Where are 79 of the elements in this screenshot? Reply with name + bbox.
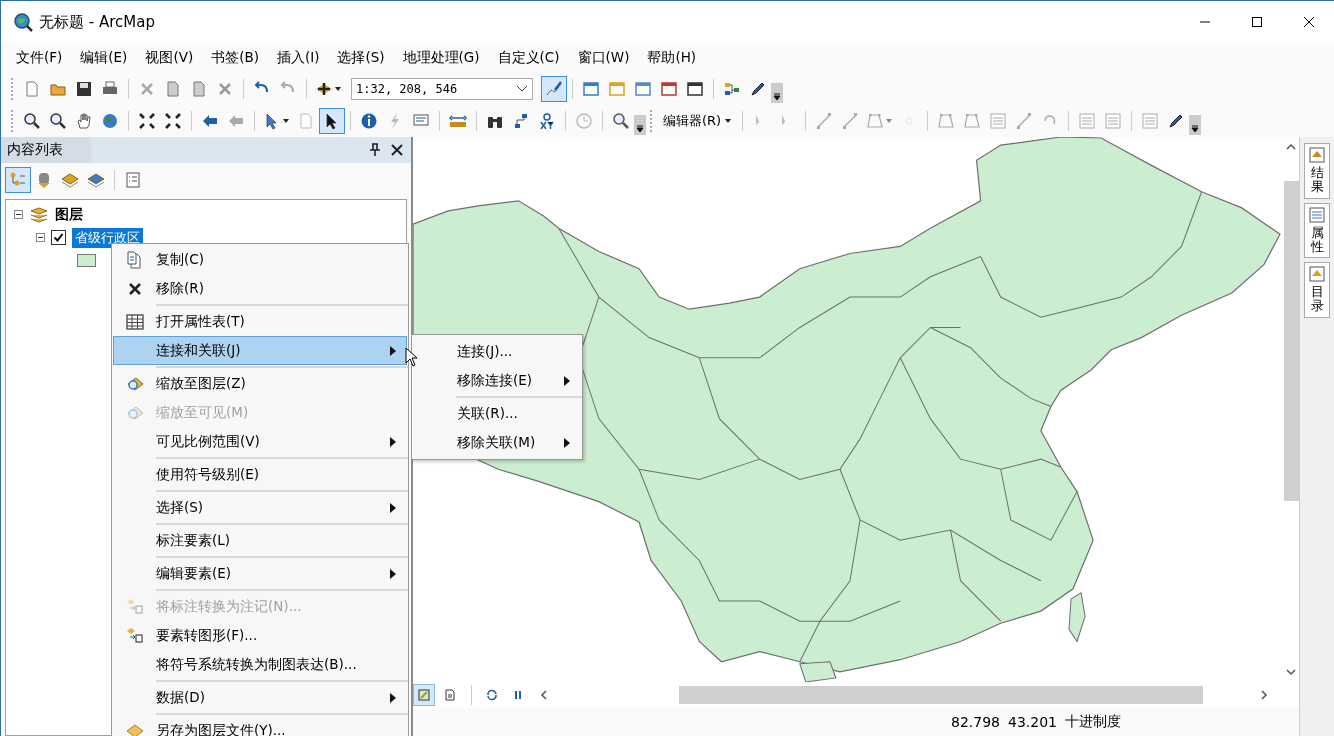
layer-label[interactable]: 省级行政区: [72, 227, 143, 248]
x-coordinate: 82.798: [951, 714, 1000, 730]
pin-icon[interactable]: [369, 143, 381, 157]
menu-item[interactable]: 插入(I): [267, 46, 329, 70]
panel-title: 内容列表: [7, 141, 63, 159]
menu-item[interactable]: 窗口(W): [568, 46, 639, 70]
convert-labels-icon: [126, 597, 144, 616]
submenu-arrow-icon: [390, 437, 396, 447]
maximize-icon: [1251, 16, 1263, 28]
side-tab[interactable]: 结果: [1304, 143, 1330, 199]
layer-checkbox[interactable]: [51, 230, 66, 245]
submenu-arrow-icon: [390, 693, 396, 703]
menu-item[interactable]: 文件(F): [7, 46, 72, 70]
horizontal-scrollbar[interactable]: [679, 686, 1203, 704]
context-menu-item[interactable]: 标注要素(L): [112, 526, 408, 559]
coordinate-units: 十进制度: [1065, 713, 1121, 731]
context-menu-item[interactable]: 复制(C): [112, 245, 408, 274]
caret-icon: [724, 117, 733, 125]
menu-item[interactable]: 书签(B): [202, 46, 268, 70]
context-menu-item[interactable]: 移除连接(E): [412, 366, 582, 399]
toolbar-overflow-icon[interactable]: [634, 115, 646, 135]
caret-icon: [334, 85, 342, 93]
side-tab[interactable]: 属性: [1304, 202, 1330, 259]
context-menu-item[interactable]: 选择(S): [112, 493, 408, 526]
submenu-arrow-icon: [390, 346, 396, 356]
menu-item[interactable]: 编辑(E): [71, 46, 137, 70]
select-elements-icon[interactable]: [319, 108, 345, 134]
toolbar-overflow-icon[interactable]: [771, 83, 783, 103]
polygon-icon: [866, 112, 885, 130]
scroll-up-icon[interactable]: [1286, 143, 1296, 151]
context-menu-item[interactable]: 数据(D): [112, 683, 408, 716]
catalog-icon: [1309, 266, 1325, 283]
edit-tool-icon[interactable]: [541, 76, 567, 102]
submenu-arrow-icon: [390, 569, 396, 579]
context-menu-item[interactable]: 编辑要素(E): [112, 559, 408, 592]
collapse-toggle[interactable]: [14, 210, 23, 219]
context-menu-item[interactable]: 要素转图形(F)...: [112, 621, 408, 650]
menu-item[interactable]: 选择(S): [328, 46, 394, 70]
data-view-icon[interactable]: [413, 684, 436, 706]
submenu-arrow-icon: [564, 376, 570, 386]
chevron-down-icon: [516, 85, 528, 93]
toolbar-overflow-icon[interactable]: [1189, 115, 1202, 135]
context-menu-item[interactable]: 可见比例范围(V): [112, 427, 408, 460]
results-icon: [1309, 147, 1325, 163]
scale-dropdown[interactable]: 1:32, 208, 546: [351, 78, 533, 100]
menu-item[interactable]: 帮助(H): [638, 46, 706, 70]
app-logo-icon: [13, 12, 33, 32]
legend-swatch: [77, 254, 96, 267]
context-menu-item[interactable]: 移除关联(M): [412, 428, 582, 457]
submenu-arrow-icon: [390, 503, 396, 513]
close-icon[interactable]: [391, 144, 403, 156]
submenu-arrow-icon: [564, 438, 570, 448]
scroll-down-icon[interactable]: [1286, 668, 1296, 676]
copy-icon: [126, 250, 144, 269]
caret-icon: [282, 117, 290, 125]
context-menu-item[interactable]: 使用符号级别(E): [112, 460, 408, 493]
menu-item[interactable]: 视图(V): [136, 46, 203, 70]
context-menu-item[interactable]: 另存为图层文件(Y)...: [112, 716, 408, 736]
close-icon: [1303, 16, 1315, 28]
layer-group-label[interactable]: 图层: [55, 205, 83, 224]
context-menu-item[interactable]: 打开属性表(T): [112, 307, 408, 336]
feature-to-graphic-icon: [126, 626, 144, 645]
context-menu-item[interactable]: 移除(R): [112, 274, 408, 307]
context-menu-item[interactable]: 关联(R)...: [412, 399, 582, 428]
caret-icon: [885, 117, 894, 125]
menu-item[interactable]: 地理处理(G): [393, 46, 489, 70]
context-menu-item[interactable]: 将符号系统转换为制图表达(B)...: [112, 650, 408, 683]
window-title: 无标题 - ArcMap: [39, 12, 155, 32]
context-menu-item[interactable]: 缩放至图层(Z): [112, 369, 408, 398]
editor-menu-button[interactable]: 编辑器(R): [658, 108, 738, 134]
list-by-drawing-order-icon[interactable]: [5, 167, 31, 193]
y-coordinate: 43.201: [1008, 714, 1057, 730]
side-tab[interactable]: 目录: [1304, 262, 1330, 318]
collapse-toggle[interactable]: [36, 233, 45, 242]
layers-icon: [29, 206, 49, 223]
add-data-icon: [315, 80, 333, 98]
table-icon: [126, 312, 144, 331]
menu-item[interactable]: 自定义(C): [488, 46, 569, 70]
attributes-icon: [1309, 206, 1325, 223]
